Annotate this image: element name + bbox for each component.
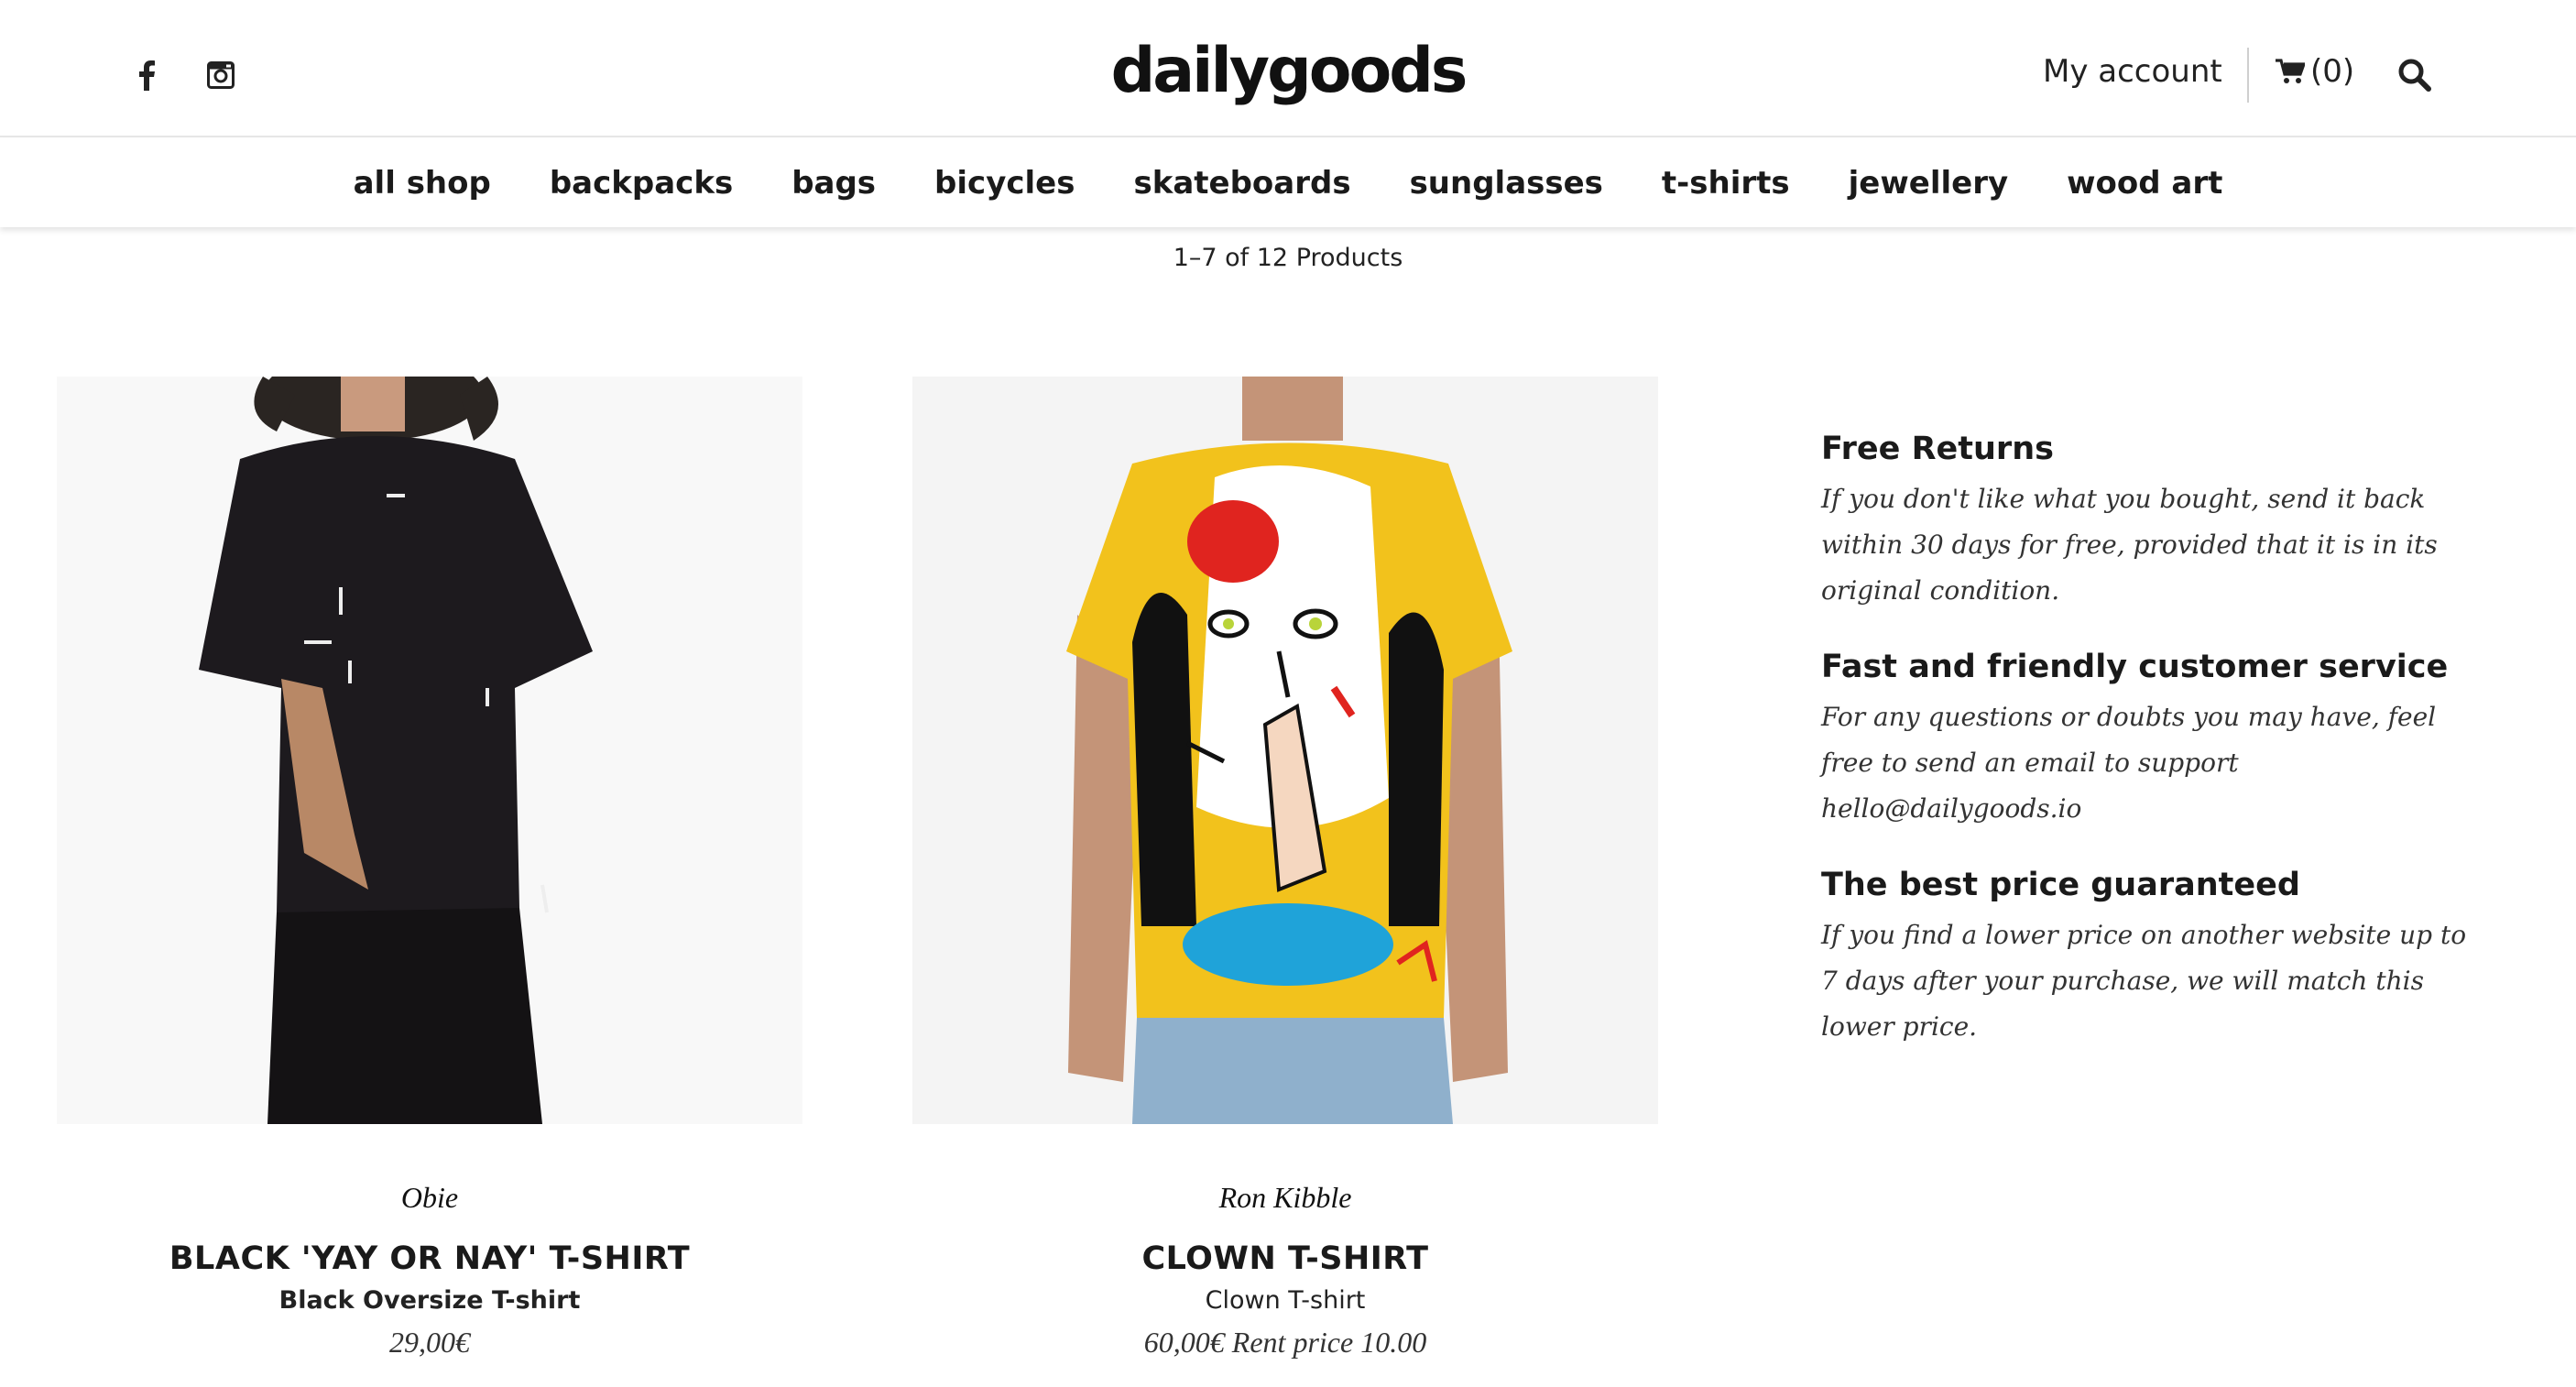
cart-count: (0) xyxy=(2310,53,2355,90)
benefit-free-returns: Free Returns If you don't like what you … xyxy=(1821,431,2481,614)
product-card[interactable]: Ron Kibble CLOWN T-SHIRT Clown T-shirt 6… xyxy=(912,377,1658,1360)
site-header: dailygoods My account (0) xyxy=(0,0,2576,137)
cart-button[interactable]: (0) xyxy=(2276,53,2354,90)
nav-item-sunglasses[interactable]: sunglasses xyxy=(1381,165,1632,202)
nav-item-bags[interactable]: bags xyxy=(762,165,905,202)
benefit-heading: The best price guaranteed xyxy=(1821,867,2300,903)
product-brand: Ron Kibble xyxy=(1218,1181,1352,1214)
product-image[interactable] xyxy=(912,377,1658,1124)
header-divider xyxy=(2247,48,2249,103)
product-image[interactable] xyxy=(57,377,802,1124)
my-account-link[interactable]: My account xyxy=(2043,53,2222,90)
product-brand: Obie xyxy=(400,1181,459,1214)
search-icon[interactable] xyxy=(2396,57,2433,93)
benefit-customer-service: Fast and friendly customer service For a… xyxy=(1821,649,2481,832)
benefit-text: For any questions or doubts you may have… xyxy=(1821,702,2437,824)
benefit-text: If you find a lower price on another web… xyxy=(1821,920,2467,1042)
product-price: 29,00€ xyxy=(389,1326,470,1359)
nav-item-jewellery[interactable]: jewellery xyxy=(1819,165,2037,202)
shop-benefits: Free Returns If you don't like what you … xyxy=(1821,431,2481,1085)
product-count: 1–7 of 12 Products xyxy=(1173,244,1403,272)
product-subtitle: Black Oversize T-shirt xyxy=(278,1286,581,1315)
product-card[interactable]: Obie BLACK 'YAY OR NAY' T-SHIRT Black Ov… xyxy=(57,377,802,1360)
nav-item-backpacks[interactable]: backpacks xyxy=(520,165,762,202)
product-price: 60,00€ Rent price 10.00 xyxy=(1143,1326,1427,1359)
product-title[interactable]: CLOWN T-SHIRT xyxy=(912,1240,1658,1277)
product-title[interactable]: BLACK 'YAY OR NAY' T-SHIRT xyxy=(57,1240,802,1277)
nav-item-t-shirts[interactable]: t-shirts xyxy=(1632,165,1819,202)
nav-item-wood-art[interactable]: wood art xyxy=(2037,165,2252,202)
benefit-best-price: The best price guaranteed If you find a … xyxy=(1821,867,2481,1050)
nav-item-skateboards[interactable]: skateboards xyxy=(1104,165,1380,202)
category-nav: all shop backpacks bags bicycles skatebo… xyxy=(0,139,2576,227)
product-subtitle: Clown T-shirt xyxy=(1205,1286,1366,1315)
nav-item-bicycles[interactable]: bicycles xyxy=(905,165,1104,202)
benefit-heading: Fast and friendly customer service xyxy=(1821,649,2449,685)
benefit-text: If you don't like what you bought, send … xyxy=(1821,484,2438,606)
cart-icon xyxy=(2276,59,2305,83)
benefit-heading: Free Returns xyxy=(1821,431,2054,467)
nav-item-all-shop[interactable]: all shop xyxy=(324,165,520,202)
